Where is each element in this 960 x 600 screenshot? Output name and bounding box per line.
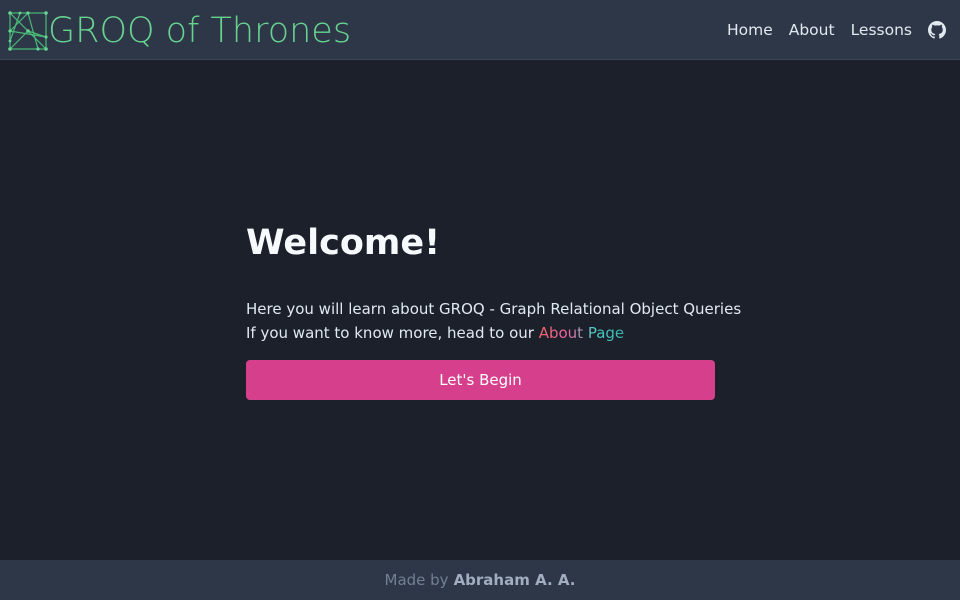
intro-line-1: Here you will learn about GROQ - Graph R…: [246, 300, 742, 318]
app-title: GROQ of Thrones: [48, 11, 352, 51]
about-page-link[interactable]: About Page: [539, 324, 624, 342]
page-title: Welcome!: [246, 223, 441, 263]
top-navbar: GROQ of Thrones Home About Lessons: [0, 0, 960, 60]
nav-about[interactable]: About: [789, 21, 835, 39]
footer-prefix: Made by: [384, 571, 449, 589]
graph-network-icon: [8, 11, 48, 51]
footer: Made by Abraham A. A.: [0, 560, 960, 600]
footer-author-link[interactable]: Abraham A. A.: [454, 571, 576, 589]
brand-link[interactable]: GROQ of Thrones: [8, 8, 351, 54]
intro-text: Here you will learn about GROQ - Graph R…: [246, 297, 742, 345]
main-nav: Home About Lessons: [711, 0, 946, 60]
github-icon[interactable]: [928, 21, 946, 39]
intro-line-2-prefix: If you want to know more, head to our: [246, 324, 539, 342]
nav-home[interactable]: Home: [727, 21, 773, 39]
lets-begin-button[interactable]: Let's Begin: [246, 360, 715, 400]
intro-line-2: If you want to know more, head to our Ab…: [246, 321, 715, 345]
welcome-section: Welcome! Here you will learn about GROQ …: [246, 222, 742, 400]
page: GROQ of Thrones Home About Lessons Welco…: [0, 0, 960, 600]
nav-lessons[interactable]: Lessons: [851, 21, 912, 39]
